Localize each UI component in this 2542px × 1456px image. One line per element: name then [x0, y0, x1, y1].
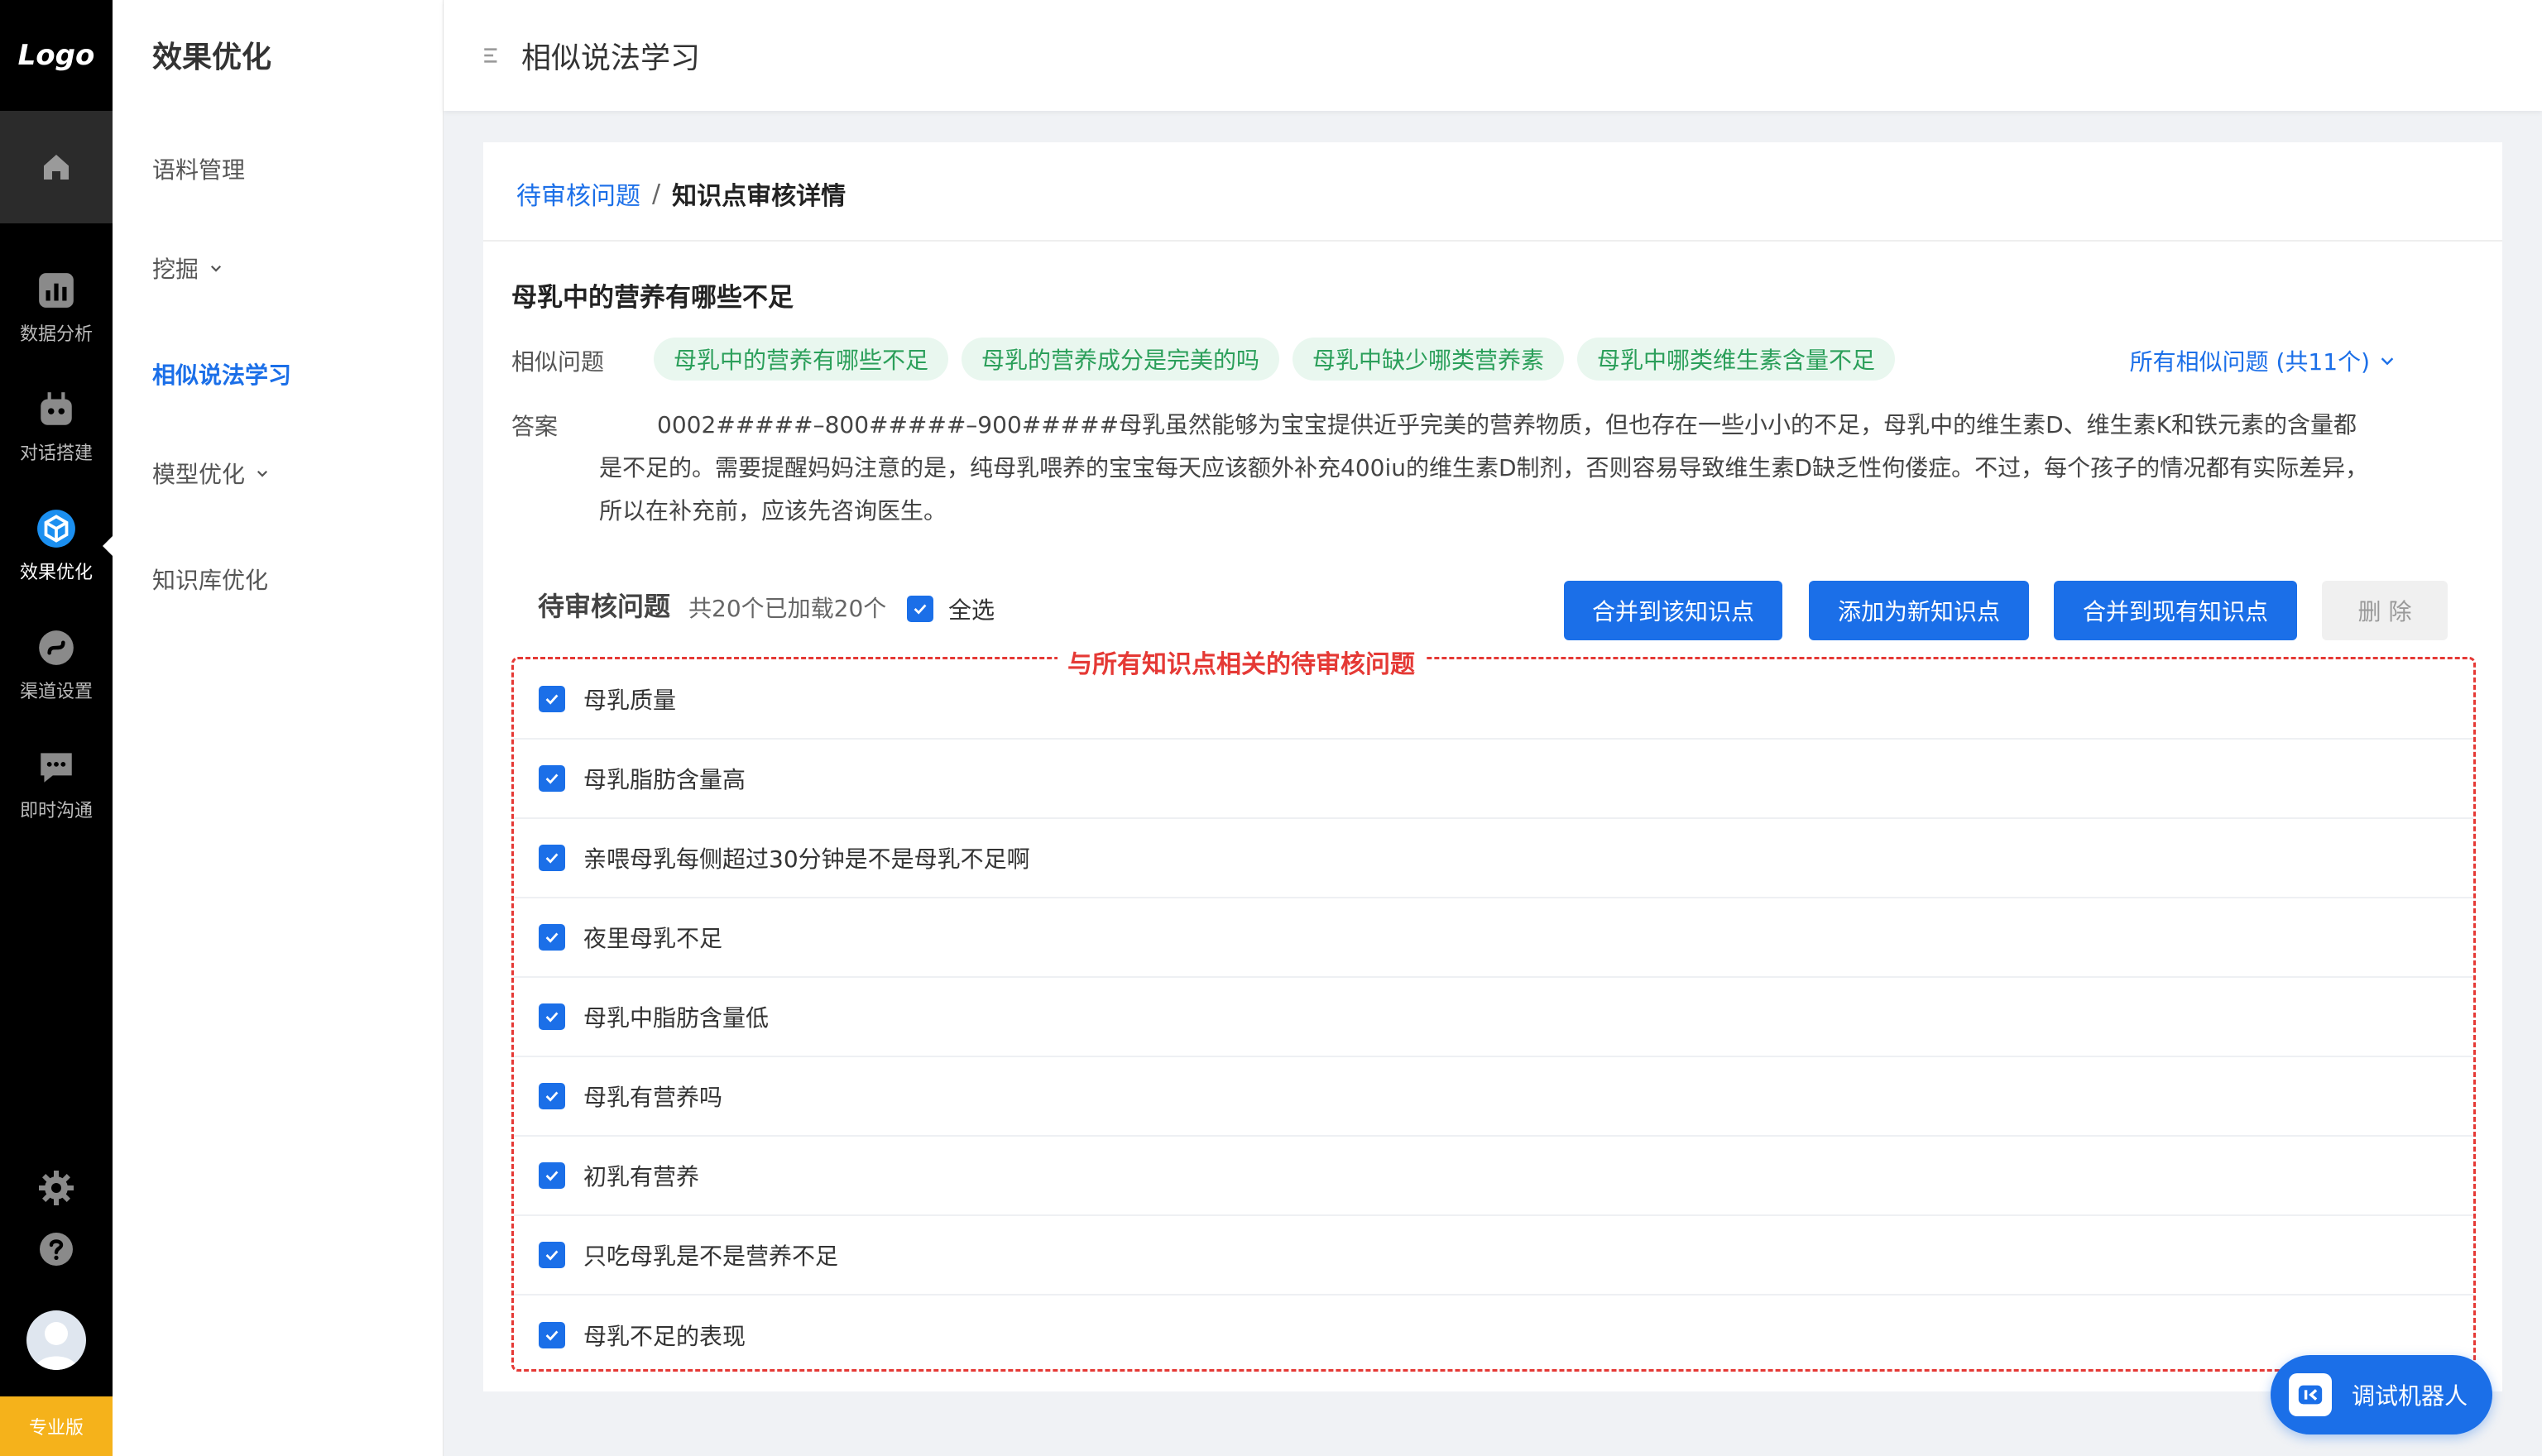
- menu-fold-icon[interactable]: [482, 45, 503, 66]
- list-item-label: 夜里母乳不足: [583, 925, 723, 952]
- checkbox-checked-icon: [907, 596, 933, 622]
- rail-item-label: 对话搭建: [19, 443, 93, 464]
- similar-tag[interactable]: 母乳中的营养有哪些不足: [654, 338, 949, 381]
- rail-item-label: 即时沟通: [19, 801, 93, 821]
- list-item-label: 只吃母乳是不是营养不足: [583, 1243, 839, 1270]
- sidebar-item-label: 语料管理: [152, 156, 246, 184]
- rail-item-channel[interactable]: 渠道设置: [0, 615, 113, 715]
- bar-chart-icon: [39, 273, 74, 308]
- chevron-down-icon: [210, 265, 222, 272]
- page-title: 相似说法学习: [521, 41, 701, 75]
- breadcrumb-separator: /: [652, 179, 661, 208]
- home-icon: [44, 155, 69, 180]
- sidebar-item-similar-learning[interactable]: 相似说法学习: [152, 357, 291, 390]
- breadcrumb: 待审核问题 / 知识点审核详情: [516, 175, 846, 212]
- answer-text: 0002#####–800#####–900#####母乳虽然能够为宝宝提供近乎…: [599, 411, 2369, 524]
- main-card: 待审核问题 / 知识点审核详情 母乳中的营养有哪些不足 相似问题 母乳中的营养有…: [483, 142, 2502, 1391]
- checkbox-checked-icon[interactable]: [539, 1162, 565, 1189]
- list-item-label: 母乳不足的表现: [583, 1323, 746, 1350]
- list-item[interactable]: 初乳有营养: [514, 1137, 2473, 1216]
- avatar[interactable]: [26, 1310, 86, 1370]
- app-root: Logo 数据分析 对话搭建 效果优化 渠道设置 即时沟通 专业版 效果优化 语…: [0, 0, 2542, 1456]
- rail-item-data-analysis[interactable]: 数据分析: [0, 258, 113, 357]
- rail-item-label: 效果优化: [19, 563, 93, 583]
- sidebar-title: 效果优化: [152, 41, 272, 74]
- list-item-label: 母乳脂肪含量高: [583, 766, 746, 793]
- rail-item-label: 数据分析: [19, 324, 93, 345]
- sidebar-item-label: 模型优化: [152, 461, 246, 488]
- list-item[interactable]: 母乳有营养吗: [514, 1057, 2473, 1137]
- list-item-label: 初乳有营养: [583, 1163, 700, 1190]
- robot-icon: [41, 392, 72, 425]
- list-item[interactable]: 母乳中脂肪含量低: [514, 978, 2473, 1057]
- sidebar-item-label: 相似说法学习: [152, 362, 292, 389]
- similar-tags: 母乳中的营养有哪些不足 母乳的营养成分是完美的吗 母乳中缺少哪类营养素 母乳中哪…: [654, 338, 1908, 381]
- list-item-label: 母乳中脂肪含量低: [583, 1004, 770, 1032]
- all-similar-toggle[interactable]: 所有相似问题 (共11个): [2130, 344, 2396, 377]
- chat-icon: [41, 753, 72, 783]
- user-avatar-icon: [35, 1322, 78, 1370]
- sidebar-item-label: 知识库优化: [152, 567, 269, 594]
- pro-badge: 专业版: [0, 1396, 113, 1456]
- list-item[interactable]: 只吃母乳是不是营养不足: [514, 1216, 2473, 1296]
- debug-robot-button[interactable]: 调试机器人: [2271, 1355, 2492, 1434]
- divider: [483, 240, 2502, 242]
- pending-title: 待审核问题: [538, 591, 671, 622]
- checkbox-checked-icon[interactable]: [539, 1242, 565, 1268]
- cube-icon: [37, 510, 75, 548]
- secondary-sidebar: 效果优化 语料管理 挖掘 相似说法学习 模型优化 知识库优化: [113, 0, 444, 1456]
- rail-item-label: 渠道设置: [19, 682, 93, 702]
- answer-label: 答案: [511, 413, 559, 440]
- list-item-label: 母乳有营养吗: [583, 1084, 723, 1111]
- list-item[interactable]: 母乳质量: [514, 660, 2473, 740]
- list-item-label: 母乳质量: [583, 687, 677, 714]
- icon-rail: Logo 数据分析 对话搭建 效果优化 渠道设置 即时沟通 专业版: [0, 0, 113, 1456]
- similar-tag[interactable]: 母乳的营养成分是完美的吗: [962, 338, 1280, 381]
- merge-this-button[interactable]: 合并到该知识点: [1564, 581, 1782, 640]
- home-button[interactable]: [0, 111, 113, 223]
- similar-label: 相似问题: [511, 348, 605, 376]
- pending-count: 共20个已加载20个: [688, 595, 887, 622]
- rail-item-dialog-build[interactable]: 对话搭建: [0, 377, 113, 477]
- sidebar-item-corpus[interactable]: 语料管理: [152, 152, 245, 185]
- robot-chat-icon: [2289, 1373, 2332, 1416]
- list-item[interactable]: 亲喂母乳每侧超过30分钟是不是母乳不足啊: [514, 819, 2473, 898]
- list-item[interactable]: 母乳不足的表现: [514, 1296, 2473, 1375]
- debug-robot-label: 调试机器人: [2352, 1382, 2468, 1410]
- list-item[interactable]: 夜里母乳不足: [514, 898, 2473, 978]
- question-title: 母乳中的营养有哪些不足: [511, 283, 794, 313]
- list-item-label: 亲喂母乳每侧超过30分钟是不是母乳不足啊: [583, 845, 1030, 873]
- similar-tag[interactable]: 母乳中哪类维生素含量不足: [1577, 338, 1896, 381]
- checkbox-checked-icon[interactable]: [539, 1322, 565, 1348]
- all-similar-label: 所有相似问题 (共11个): [2129, 348, 2370, 376]
- top-header: 相似说法学习: [444, 0, 2542, 111]
- list-item[interactable]: 母乳脂肪含量高: [514, 740, 2473, 819]
- help-icon[interactable]: [36, 1229, 76, 1269]
- checkbox-checked-icon[interactable]: [539, 845, 565, 871]
- checkbox-checked-icon[interactable]: [539, 686, 565, 712]
- select-all-label: 全选: [948, 596, 995, 624]
- breadcrumb-link-pending[interactable]: 待审核问题: [516, 175, 640, 212]
- chevron-down-icon: [257, 470, 268, 477]
- add-new-button[interactable]: 添加为新知识点: [1809, 581, 2029, 640]
- chevron-down-icon: [2381, 357, 2394, 366]
- gear-icon[interactable]: [36, 1168, 76, 1208]
- sidebar-item-mining[interactable]: 挖掘: [152, 251, 223, 285]
- checkbox-checked-icon[interactable]: [539, 924, 565, 951]
- select-all-checkbox[interactable]: 全选: [907, 592, 995, 625]
- similar-tag[interactable]: 母乳中缺少哪类营养素: [1293, 338, 1565, 381]
- checkbox-checked-icon[interactable]: [539, 1003, 565, 1030]
- rail-item-effect-optimize[interactable]: 效果优化: [0, 496, 113, 596]
- checkbox-checked-icon[interactable]: [539, 1083, 565, 1109]
- checkbox-checked-icon[interactable]: [539, 765, 565, 792]
- channel-icon: [39, 630, 74, 665]
- merge-existing-button[interactable]: 合并到现有知识点: [2054, 581, 2297, 640]
- logo[interactable]: Logo: [0, 0, 113, 111]
- delete-button[interactable]: 删 除: [2322, 581, 2448, 640]
- sidebar-item-kb-optimize[interactable]: 知识库优化: [152, 563, 268, 596]
- sidebar-item-model-optimize[interactable]: 模型优化: [152, 457, 270, 490]
- rail-item-instant-chat[interactable]: 即时沟通: [0, 735, 113, 834]
- breadcrumb-current: 知识点审核详情: [672, 182, 847, 211]
- sidebar-item-label: 挖掘: [152, 256, 199, 283]
